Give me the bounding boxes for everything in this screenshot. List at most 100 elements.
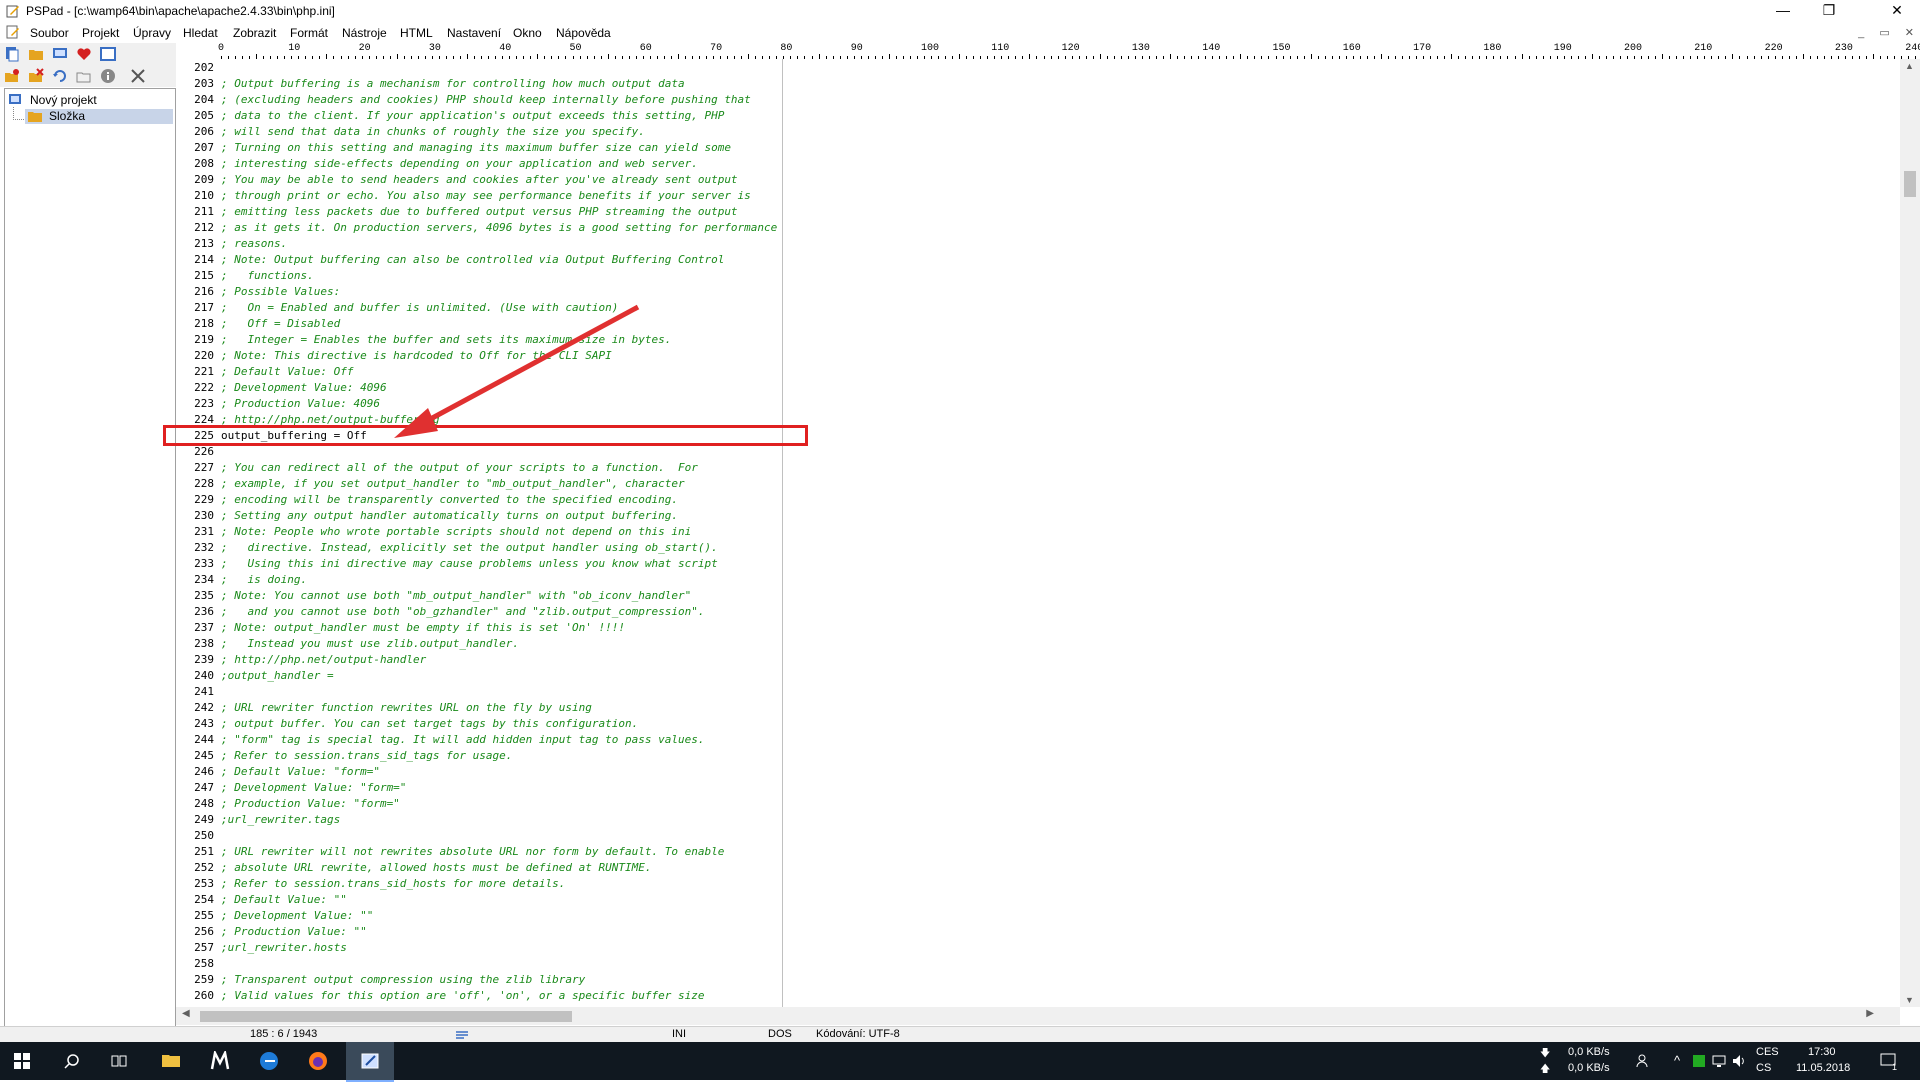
tree-project-root[interactable]: Nový projekt	[30, 93, 97, 107]
input-language[interactable]: CES	[1756, 1046, 1779, 1058]
ruler-mark: 0	[218, 43, 225, 54]
pages-icon[interactable]	[4, 46, 20, 62]
line-text: ; Valid values for this option are 'off'…	[221, 989, 705, 1002]
line-text: ; Note: Output buffering can also be con…	[221, 253, 725, 266]
line-number: 251	[194, 845, 214, 858]
document-icon	[6, 25, 19, 39]
m-app-icon[interactable]	[210, 1051, 230, 1071]
menu-projekt[interactable]: Projekt	[82, 26, 119, 40]
menu-upravy[interactable]: Úpravy	[133, 26, 171, 40]
close-button[interactable]: ✕	[1874, 0, 1920, 23]
line-number: 208	[194, 157, 214, 170]
line-text: ; output buffer. You can set target tags…	[221, 717, 639, 730]
line-number: 257	[194, 941, 214, 954]
volume-icon[interactable]	[1732, 1054, 1746, 1068]
line-number: 234	[194, 573, 214, 586]
line-number: 215	[194, 269, 214, 282]
mdi-restore-icon[interactable]: ▭	[1879, 27, 1889, 39]
monitor-icon[interactable]	[52, 46, 68, 62]
line-number: 233	[194, 557, 214, 570]
line-number: 246	[194, 765, 214, 778]
vertical-scrollbar[interactable]: ▲ ▼	[1900, 59, 1920, 1007]
window-icon[interactable]	[100, 46, 116, 62]
tray-app-green-icon[interactable]	[1692, 1054, 1706, 1068]
scroll-right-icon[interactable]: ▶	[1866, 1008, 1874, 1019]
scroll-left-icon[interactable]: ◀	[182, 1008, 190, 1019]
line-text: ; interesting side-effects depending on …	[221, 157, 698, 170]
line-text: ; http://php.net/output-handler	[221, 653, 427, 666]
edge-browser-icon[interactable]	[259, 1051, 279, 1071]
ruler-mark: 200	[1624, 43, 1643, 54]
menu-html[interactable]: HTML	[400, 26, 433, 40]
info-icon[interactable]	[100, 68, 116, 84]
line-number: 256	[194, 925, 214, 938]
mdi-window-controls: _ ▭ ✕	[1846, 26, 1914, 39]
mdi-minimize-icon[interactable]: _	[1858, 27, 1864, 39]
menu-nastroje[interactable]: Nástroje	[342, 26, 387, 40]
file-explorer-icon[interactable]	[162, 1052, 180, 1068]
task-view-icon[interactable]	[111, 1053, 127, 1069]
clock-date[interactable]: 11.05.2018	[1796, 1062, 1850, 1074]
ruler-mark: 60	[639, 43, 652, 54]
line-text: ; Using this ini directive may cause pro…	[221, 557, 718, 570]
menu-nastaveni[interactable]: Nastavení	[447, 26, 501, 40]
people-icon[interactable]	[1636, 1054, 1650, 1068]
vertical-scroll-thumb[interactable]	[1904, 171, 1916, 197]
scroll-up-icon[interactable]: ▲	[1905, 61, 1914, 71]
ruler-mark: 20	[358, 43, 371, 54]
firefox-icon[interactable]	[308, 1051, 328, 1071]
menu-soubor[interactable]: Soubor	[30, 26, 69, 40]
line-text: ; emitting less packets due to buffered …	[221, 205, 738, 218]
network-icon[interactable]	[1712, 1054, 1726, 1068]
line-number: 217	[194, 301, 214, 314]
menu-napoveda[interactable]: Nápověda	[556, 26, 611, 40]
horizontal-scroll-thumb[interactable]	[200, 1011, 572, 1022]
refresh-icon[interactable]	[52, 68, 68, 84]
mdi-close-icon[interactable]: ✕	[1905, 27, 1914, 39]
syntax-mode[interactable]: INI	[672, 1028, 686, 1040]
minimize-button[interactable]: —	[1760, 0, 1806, 23]
ruler-mark: 110	[991, 43, 1010, 54]
project-toolbar	[0, 43, 176, 87]
pspad-taskbar-button[interactable]	[346, 1042, 394, 1082]
line-number: 222	[194, 381, 214, 394]
line-number: 203	[194, 77, 214, 90]
line-number: 248	[194, 797, 214, 810]
folder-icon[interactable]	[28, 46, 44, 62]
line-number: 209	[194, 173, 214, 186]
line-number: 259	[194, 973, 214, 986]
column-ruler: 0 10 20 30 40 50 60 70 80 90 100 110 120 130 140 150 160…	[213, 43, 1920, 60]
maximize-button[interactable]: ❐	[1806, 0, 1852, 23]
clock-time[interactable]: 17:30	[1808, 1046, 1836, 1058]
folder-open-icon[interactable]	[76, 68, 92, 84]
tree-item-slozka[interactable]: Složka	[25, 109, 173, 124]
tools-icon[interactable]	[130, 68, 146, 84]
pspad-app-icon	[6, 5, 19, 18]
line-text: ; Output buffering is a mechanism for co…	[221, 77, 685, 90]
ruler-mark: 190	[1553, 43, 1572, 54]
horizontal-scrollbar[interactable]: ◀ ▶	[176, 1007, 1900, 1025]
menu-okno[interactable]: Okno	[513, 26, 542, 40]
line-ending[interactable]: DOS	[768, 1028, 792, 1040]
line-text: ; Development Value: 4096	[221, 381, 387, 394]
line-number: 250	[194, 829, 214, 842]
code-editor[interactable]: 202 203 ; Output buffering is a mechanism …	[176, 59, 1900, 1007]
delete-folder-icon[interactable]	[28, 68, 44, 84]
new-project-icon[interactable]	[4, 68, 20, 84]
menu-hledat[interactable]: Hledat	[183, 26, 218, 40]
keyboard-layout[interactable]: CS	[1756, 1062, 1771, 1074]
favorites-heart-icon[interactable]	[76, 46, 92, 62]
search-icon[interactable]	[64, 1053, 80, 1069]
line-text: ; URL rewriter function rewrites URL on …	[221, 701, 592, 714]
scroll-down-icon[interactable]: ▼	[1905, 995, 1914, 1005]
tray-expand-icon[interactable]: ^	[1674, 1053, 1680, 1068]
line-text: ; You can redirect all of the output of …	[221, 461, 698, 474]
notification-count: 1	[1892, 1062, 1898, 1072]
window-title: PSPad - [c:\wamp64\bin\apache\apache2.4.…	[26, 4, 335, 18]
menu-zobrazit[interactable]: Zobrazit	[233, 26, 276, 40]
menu-format[interactable]: Formát	[290, 26, 328, 40]
line-text: ; Instead you must use zlib.output_handl…	[221, 637, 520, 650]
file-encoding[interactable]: Kódování: UTF-8	[816, 1028, 900, 1040]
windows-start-icon[interactable]	[14, 1053, 30, 1069]
line-number: 211	[194, 205, 214, 218]
